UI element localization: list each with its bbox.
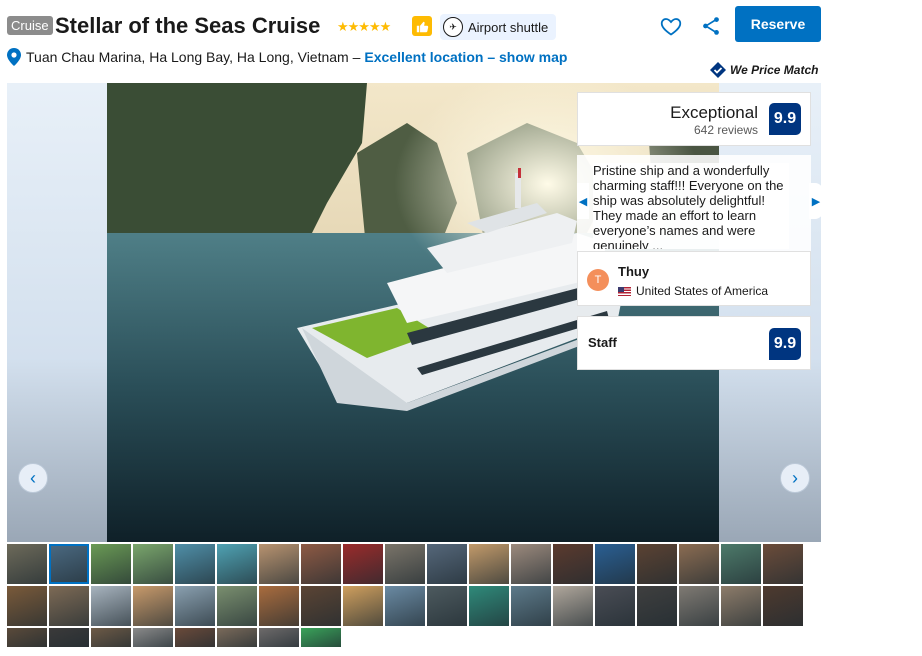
- gallery-thumbnail[interactable]: [259, 544, 299, 584]
- gallery-thumbnail[interactable]: [385, 544, 425, 584]
- gallery-thumbnail[interactable]: [133, 628, 173, 647]
- staff-score-value: 9.9: [769, 328, 801, 360]
- gallery-thumbnail[interactable]: [637, 586, 677, 626]
- thumbs-up-icon: [412, 16, 432, 36]
- gallery-thumbnail[interactable]: [217, 586, 257, 626]
- gallery-thumbnail[interactable]: [469, 586, 509, 626]
- star-rating: ★★★★★: [337, 19, 391, 34]
- gallery-thumbnail[interactable]: [49, 544, 89, 584]
- gallery-thumbnail[interactable]: [7, 628, 47, 647]
- save-favorite-heart-icon[interactable]: [659, 14, 683, 38]
- gallery-thumbnail[interactable]: [679, 544, 719, 584]
- staff-label: Staff: [588, 335, 617, 350]
- airport-shuttle-label: Airport shuttle: [468, 19, 549, 35]
- gallery-next-button[interactable]: ›: [780, 463, 810, 493]
- thumbnail-strip: [7, 544, 821, 649]
- gallery-thumbnail[interactable]: [7, 544, 47, 584]
- thumbnail-row: [7, 586, 821, 626]
- gallery-thumbnail[interactable]: [217, 628, 257, 647]
- score-word: Exceptional: [670, 103, 758, 122]
- gallery-thumbnail[interactable]: [427, 586, 467, 626]
- gallery-thumbnail[interactable]: [763, 544, 803, 584]
- staff-score-card: Staff 9.9: [577, 316, 811, 370]
- price-match-badge[interactable]: We Price Match: [710, 62, 818, 78]
- show-map-link[interactable]: Excellent location – show map: [364, 49, 567, 65]
- gallery-thumbnail[interactable]: [301, 544, 341, 584]
- review-score-card[interactable]: Exceptional 642 reviews 9.9: [577, 92, 811, 146]
- gallery-thumbnail[interactable]: [595, 544, 635, 584]
- gallery-thumbnail[interactable]: [721, 544, 761, 584]
- gallery-thumbnail[interactable]: [217, 544, 257, 584]
- gallery-thumbnail[interactable]: [637, 544, 677, 584]
- main-photo[interactable]: [107, 83, 719, 542]
- gallery-thumbnail[interactable]: [259, 628, 299, 647]
- gallery-thumbnail[interactable]: [511, 544, 551, 584]
- gallery-thumbnail[interactable]: [91, 628, 131, 647]
- gallery-thumbnail[interactable]: [91, 544, 131, 584]
- review-prev-arrow-icon[interactable]: ◀: [577, 183, 589, 219]
- share-icon[interactable]: [700, 15, 722, 37]
- gallery-prev-button[interactable]: ‹: [18, 463, 48, 493]
- gallery-thumbnail[interactable]: [679, 586, 719, 626]
- gallery-thumbnail[interactable]: [259, 586, 299, 626]
- gallery-thumbnail[interactable]: [175, 544, 215, 584]
- gallery-thumbnail[interactable]: [49, 628, 89, 647]
- reviewer-avatar: T: [587, 269, 609, 291]
- gallery-thumbnail[interactable]: [133, 544, 173, 584]
- address-row: Tuan Chau Marina, Ha Long Bay, Ha Long, …: [7, 47, 567, 67]
- airport-shuttle-badge: ✈ Airport shuttle: [440, 14, 557, 40]
- gallery-thumbnail[interactable]: [7, 586, 47, 626]
- photo-gallery: ‹ › Exceptional 642 reviews 9.9 ◀ ▶ Pris…: [7, 83, 821, 542]
- thumbnail-row: [7, 544, 821, 584]
- gallery-thumbnail[interactable]: [553, 586, 593, 626]
- thumbnail-row: [7, 628, 821, 647]
- gallery-thumbnail[interactable]: [763, 586, 803, 626]
- gallery-thumbnail[interactable]: [427, 544, 467, 584]
- review-text: Pristine ship and a wonderfully charming…: [593, 163, 789, 249]
- gallery-thumbnail[interactable]: [553, 544, 593, 584]
- gallery-thumbnail[interactable]: [385, 586, 425, 626]
- gallery-thumbnail[interactable]: [469, 544, 509, 584]
- property-type-badge: Cruise: [7, 16, 53, 35]
- gallery-thumbnail[interactable]: [91, 586, 131, 626]
- reviewer-name: Thuy: [618, 264, 650, 279]
- reviewer-country-label: United States of America: [636, 284, 769, 298]
- review-count: 642 reviews: [693, 123, 758, 137]
- gallery-thumbnail[interactable]: [133, 586, 173, 626]
- cruise-ship-photo: [107, 83, 719, 542]
- gallery-thumbnail[interactable]: [175, 628, 215, 647]
- price-match-label: We Price Match: [730, 63, 819, 77]
- map-pin-icon: [7, 48, 21, 66]
- address-text: Tuan Chau Marina, Ha Long Bay, Ha Long, …: [26, 49, 361, 65]
- reserve-button[interactable]: Reserve: [735, 6, 821, 42]
- airplane-icon: ✈: [443, 17, 463, 37]
- property-header: Cruise Stellar of the Seas Cruise ★★★★★ …: [7, 6, 822, 46]
- gallery-thumbnail[interactable]: [49, 586, 89, 626]
- reviewer-info: T Thuy United States of America: [577, 251, 811, 306]
- gallery-thumbnail[interactable]: [175, 586, 215, 626]
- gallery-thumbnail[interactable]: [343, 586, 383, 626]
- gallery-thumbnail[interactable]: [721, 586, 761, 626]
- gallery-thumbnail[interactable]: [595, 586, 635, 626]
- price-tag-check-icon: [710, 62, 726, 78]
- gallery-thumbnail[interactable]: [301, 628, 341, 647]
- reviewer-country: United States of America: [618, 284, 768, 298]
- us-flag-icon: [618, 286, 631, 296]
- property-title: Stellar of the Seas Cruise: [55, 13, 321, 38]
- score-value: 9.9: [769, 103, 801, 135]
- featured-review-card: ◀ ▶ Pristine ship and a wonderfully char…: [577, 155, 821, 307]
- gallery-thumbnail[interactable]: [301, 586, 341, 626]
- gallery-thumbnail[interactable]: [343, 544, 383, 584]
- review-next-arrow-icon[interactable]: ▶: [809, 183, 821, 219]
- gallery-thumbnail[interactable]: [511, 586, 551, 626]
